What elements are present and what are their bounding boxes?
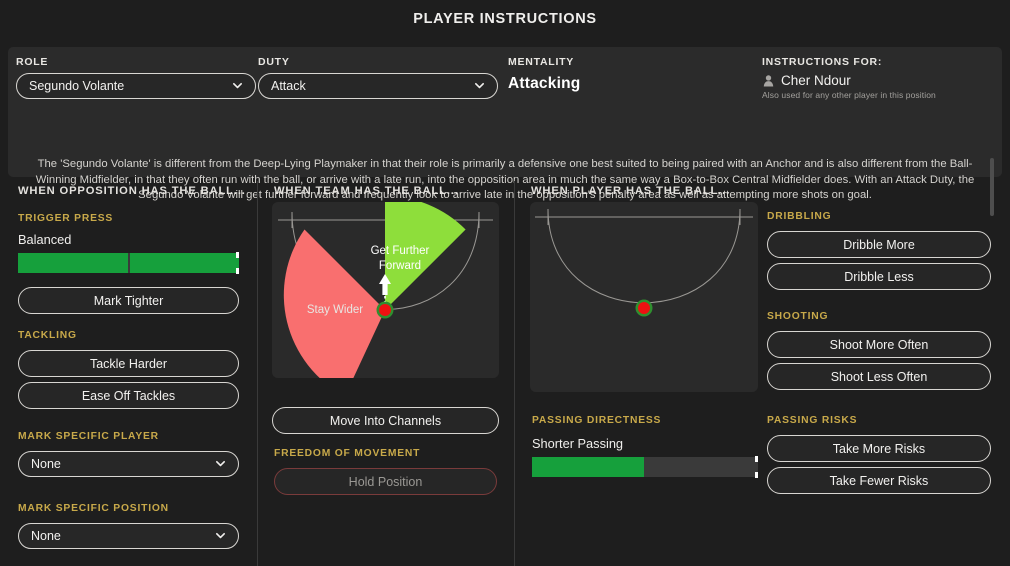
chevron-down-icon: [215, 458, 226, 469]
shooting-section: SHOOTING Shoot More Often Shoot Less Oft…: [767, 311, 991, 390]
shoot-less-often-button[interactable]: Shoot Less Often: [767, 363, 991, 390]
chevron-down-icon: [474, 80, 485, 91]
passing-directness-section: PASSING DIRECTNESS Shorter Passing: [532, 415, 758, 478]
instructions-for-label: INSTRUCTIONS FOR:: [762, 56, 883, 68]
mentality-block: MENTALITY Attacking: [508, 56, 758, 93]
slider-marker-top: [755, 456, 758, 462]
dribble-more-button[interactable]: Dribble More: [767, 231, 991, 258]
duty-block: DUTY Attack: [258, 56, 498, 99]
ease-off-tackles-button[interactable]: Ease Off Tackles: [18, 382, 239, 409]
chevron-down-icon: [215, 530, 226, 541]
passing-risks-label: PASSING RISKS: [767, 415, 858, 426]
passing-directness-value: Shorter Passing: [532, 436, 624, 451]
duty-label: DUTY: [258, 56, 290, 68]
dribbling-label: DRIBBLING: [767, 211, 832, 222]
role-block: ROLE Segundo Volante: [16, 56, 256, 99]
trigger-press-value: Balanced: [18, 232, 72, 247]
header-panel: ROLE Segundo Volante DUTY Attack MENTALI…: [8, 47, 1002, 216]
passing-directness-label: PASSING DIRECTNESS: [532, 415, 662, 426]
svg-text:Get Further: Get Further: [371, 245, 430, 257]
mark-specific-position-select[interactable]: None: [18, 523, 239, 549]
mark-tighter-button[interactable]: Mark Tighter: [18, 287, 239, 314]
trigger-press-label: TRIGGER PRESS: [18, 213, 114, 224]
slider-segment: [532, 457, 644, 477]
team-movement-pitch[interactable]: Get Further Forward Stay Wider: [272, 202, 499, 378]
mentality-label: MENTALITY: [508, 56, 575, 68]
player-instructions-screen: PLAYER INSTRUCTIONS ROLE Segundo Volante…: [0, 0, 1010, 566]
tackling-label: TACKLING: [18, 330, 77, 341]
mark-specific-player-select[interactable]: None: [18, 451, 239, 477]
slider-marker-bottom: [236, 268, 239, 274]
dribble-less-button[interactable]: Dribble Less: [767, 263, 991, 290]
tackle-harder-button[interactable]: Tackle Harder: [18, 350, 239, 377]
duty-select[interactable]: Attack: [258, 73, 498, 99]
trigger-press-section: TRIGGER PRESS Balanced Mark Tighter: [18, 213, 239, 314]
slider-segment: [646, 457, 758, 477]
opposition-column-heading: WHEN OPPOSITION HAS THE BALL...: [18, 185, 246, 197]
role-select-value: Segundo Volante: [29, 79, 125, 93]
dribbling-section: DRIBBLING Dribble More Dribble Less: [767, 211, 991, 290]
mark-specific-player-value: None: [31, 457, 61, 471]
freedom-of-movement-section: FREEDOM OF MOVEMENT Hold Position: [274, 448, 497, 495]
slider-marker-top: [236, 252, 239, 258]
freedom-of-movement-label: FREEDOM OF MOVEMENT: [274, 448, 421, 459]
mentality-value: Attacking: [508, 75, 581, 92]
tackling-section: TACKLING Tackle Harder Ease Off Tackles: [18, 330, 239, 409]
svg-text:Forward: Forward: [379, 260, 421, 272]
duty-select-value: Attack: [271, 79, 306, 93]
player-row: Cher Ndour: [762, 73, 1002, 88]
team-column: WHEN TEAM HAS THE BALL... Get Further Fo…: [257, 181, 514, 566]
role-select[interactable]: Segundo Volante: [16, 73, 256, 99]
slider-marker-bottom: [755, 472, 758, 478]
mark-specific-position-value: None: [31, 529, 61, 543]
player-column: WHEN PLAYER HAS THE BALL... PASSING DIRE…: [514, 181, 1010, 566]
slider-segment: [18, 253, 128, 273]
mark-specific-position-label: MARK SPECIFIC POSITION: [18, 503, 169, 514]
slider-segment: [129, 253, 239, 273]
player-position-note: Also used for any other player in this p…: [762, 90, 936, 100]
trigger-press-slider[interactable]: [18, 252, 239, 274]
player-column-heading: WHEN PLAYER HAS THE BALL...: [531, 185, 731, 197]
passing-directness-slider[interactable]: [532, 456, 758, 478]
chevron-down-icon: [232, 80, 243, 91]
take-more-risks-button[interactable]: Take More Risks: [767, 435, 991, 462]
role-label: ROLE: [16, 56, 49, 68]
mark-specific-player-label: MARK SPECIFIC PLAYER: [18, 431, 159, 442]
move-into-channels-button[interactable]: Move Into Channels: [272, 407, 499, 434]
hold-position-button[interactable]: Hold Position: [274, 468, 497, 495]
take-fewer-risks-button[interactable]: Take Fewer Risks: [767, 467, 991, 494]
player-name: Cher Ndour: [781, 73, 851, 88]
player-silhouette-icon: [762, 74, 775, 87]
page-title: PLAYER INSTRUCTIONS: [413, 11, 597, 27]
opposition-column: WHEN OPPOSITION HAS THE BALL... TRIGGER …: [0, 181, 257, 566]
player-ball-pitch[interactable]: [530, 202, 758, 392]
team-column-heading: WHEN TEAM HAS THE BALL...: [274, 185, 459, 197]
passing-risks-section: PASSING RISKS Take More Risks Take Fewer…: [767, 415, 991, 494]
instructions-for-block: INSTRUCTIONS FOR: Cher Ndour Also used f…: [762, 56, 1002, 100]
shooting-label: SHOOTING: [767, 311, 829, 322]
mark-specific-player-section: MARK SPECIFIC PLAYER None: [18, 431, 239, 477]
shoot-more-often-button[interactable]: Shoot More Often: [767, 331, 991, 358]
svg-text:Stay Wider: Stay Wider: [307, 304, 363, 316]
mark-specific-position-section: MARK SPECIFIC POSITION None: [18, 503, 239, 549]
